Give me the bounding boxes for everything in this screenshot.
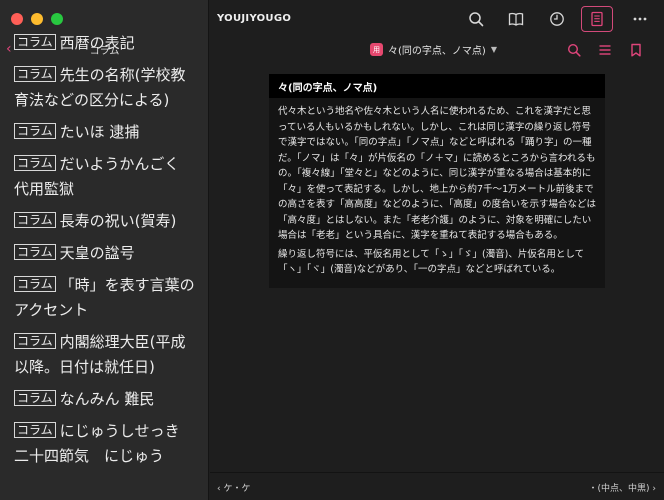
column-tag: コラム xyxy=(14,422,56,438)
column-tag: コラム xyxy=(14,155,56,171)
column-tag: コラム xyxy=(14,212,56,228)
more-icon xyxy=(633,17,647,21)
search-icon xyxy=(567,43,581,57)
app-title: YOUJIYOUGO xyxy=(217,13,292,24)
column-list: コラム 西暦の表記 コラム 先生の名称(学校教育法などの区分による) コラム たいほ … xyxy=(0,34,208,469)
column-tag: コラム xyxy=(14,333,56,349)
column-tag: コラム xyxy=(14,390,56,406)
find-in-article-button[interactable] xyxy=(567,42,583,58)
column-tag: コラム xyxy=(14,244,56,260)
list-item[interactable]: コラム にじゅうしせっき 二十四節気 にじゅう xyxy=(0,419,208,469)
window-controls xyxy=(11,13,63,25)
article-view-button[interactable] xyxy=(581,6,613,32)
article-body: 代々木という地名や佐々木という人名に使われるため、これを漢字だと思っている人もい… xyxy=(269,98,605,278)
minimize-window-button[interactable] xyxy=(31,13,43,25)
list-item[interactable]: コラム なんみん 難民 xyxy=(0,387,208,412)
document-icon xyxy=(591,11,603,27)
list-item-label: 長寿の祝い(賀寿) xyxy=(59,212,177,230)
search-icon xyxy=(469,12,484,27)
dictionary-button[interactable] xyxy=(502,6,530,32)
list-item-label: 天皇の諡号 xyxy=(59,244,135,262)
article-selector-title: 々(同の字点、ノマ点) xyxy=(388,46,486,57)
list-item-label: 西暦の表記 xyxy=(59,34,135,52)
column-tag: コラム xyxy=(14,123,56,139)
app-icon: 用 xyxy=(370,43,383,56)
search-button[interactable] xyxy=(462,6,490,32)
article-selector[interactable]: 用 々(同の字点、ノマ点) ▼ xyxy=(370,42,497,57)
chevron-right-icon: › xyxy=(649,484,656,494)
zoom-window-button[interactable] xyxy=(51,13,63,25)
list-item[interactable]: コラム 「時」を表す言葉のアクセント xyxy=(0,273,208,323)
article-paragraph: 繰り返し符号には、平仮名用として「ゝ」「ゞ」(濁音)、片仮名用として「ヽ」「ヾ」… xyxy=(278,248,585,276)
bookmark-button[interactable] xyxy=(629,42,645,58)
previous-article-link[interactable]: ‹ ケ・ケ xyxy=(217,481,250,494)
list-button[interactable] xyxy=(598,42,614,58)
close-window-button[interactable] xyxy=(11,13,23,25)
list-icon xyxy=(599,45,611,55)
article-card: 々(同の字点、ノマ点) 代々木という地名や佐々木という人名に使われるため、これを… xyxy=(269,74,605,288)
previous-article-label: ケ・ケ xyxy=(223,484,251,494)
article-navigation: ‹ ケ・ケ ・(中点、中黒) › xyxy=(210,472,664,500)
list-item[interactable]: コラム 長寿の祝い(賀寿) xyxy=(0,209,208,234)
more-button[interactable] xyxy=(626,6,654,32)
article-subbar: 用 々(同の字点、ノマ点) ▼ xyxy=(210,38,664,62)
toolbar: YOUJIYOUGO xyxy=(210,0,664,38)
list-item[interactable]: コラム 西暦の表記 xyxy=(0,31,208,56)
column-tag: コラム xyxy=(14,66,56,82)
sidebar: ‹ コラム コラム 西暦の表記 コラム 先生の名称(学校教育法などの区分による) コ… xyxy=(0,0,209,500)
list-item[interactable]: コラム 内閣総理大臣(平成以降。日付は就任日) xyxy=(0,330,208,380)
article-paragraph: 代々木という地名や佐々木という人名に使われるため、これを漢字だと思っている人もい… xyxy=(278,106,596,241)
column-tag: コラム xyxy=(14,34,56,50)
next-article-link[interactable]: ・(中点、中黒) › xyxy=(589,481,657,494)
history-button[interactable] xyxy=(543,6,571,32)
column-tag: コラム xyxy=(14,276,56,292)
list-item[interactable]: コラム 天皇の諡号 xyxy=(0,241,208,266)
list-item[interactable]: コラム だいようかんごく 代用監獄 xyxy=(0,152,208,202)
history-icon xyxy=(550,12,564,26)
chevron-down-icon: ▼ xyxy=(490,45,497,54)
article-heading: 々(同の字点、ノマ点) xyxy=(269,74,605,98)
list-item-label: たいほ 逮捕 xyxy=(59,123,140,141)
list-item-label: なんみん 難民 xyxy=(59,390,155,408)
list-item[interactable]: コラム 先生の名称(学校教育法などの区分による) xyxy=(0,63,208,113)
next-article-label: ・(中点、中黒) xyxy=(588,484,650,494)
list-item[interactable]: コラム たいほ 逮捕 xyxy=(0,120,208,145)
bookmark-icon xyxy=(631,43,641,57)
book-icon xyxy=(508,12,524,26)
main-pane: YOUJIYOUGO 用 々(同の字点、ノマ点) ▼ 々(同の字点、ノマ点) 代… xyxy=(210,0,664,500)
